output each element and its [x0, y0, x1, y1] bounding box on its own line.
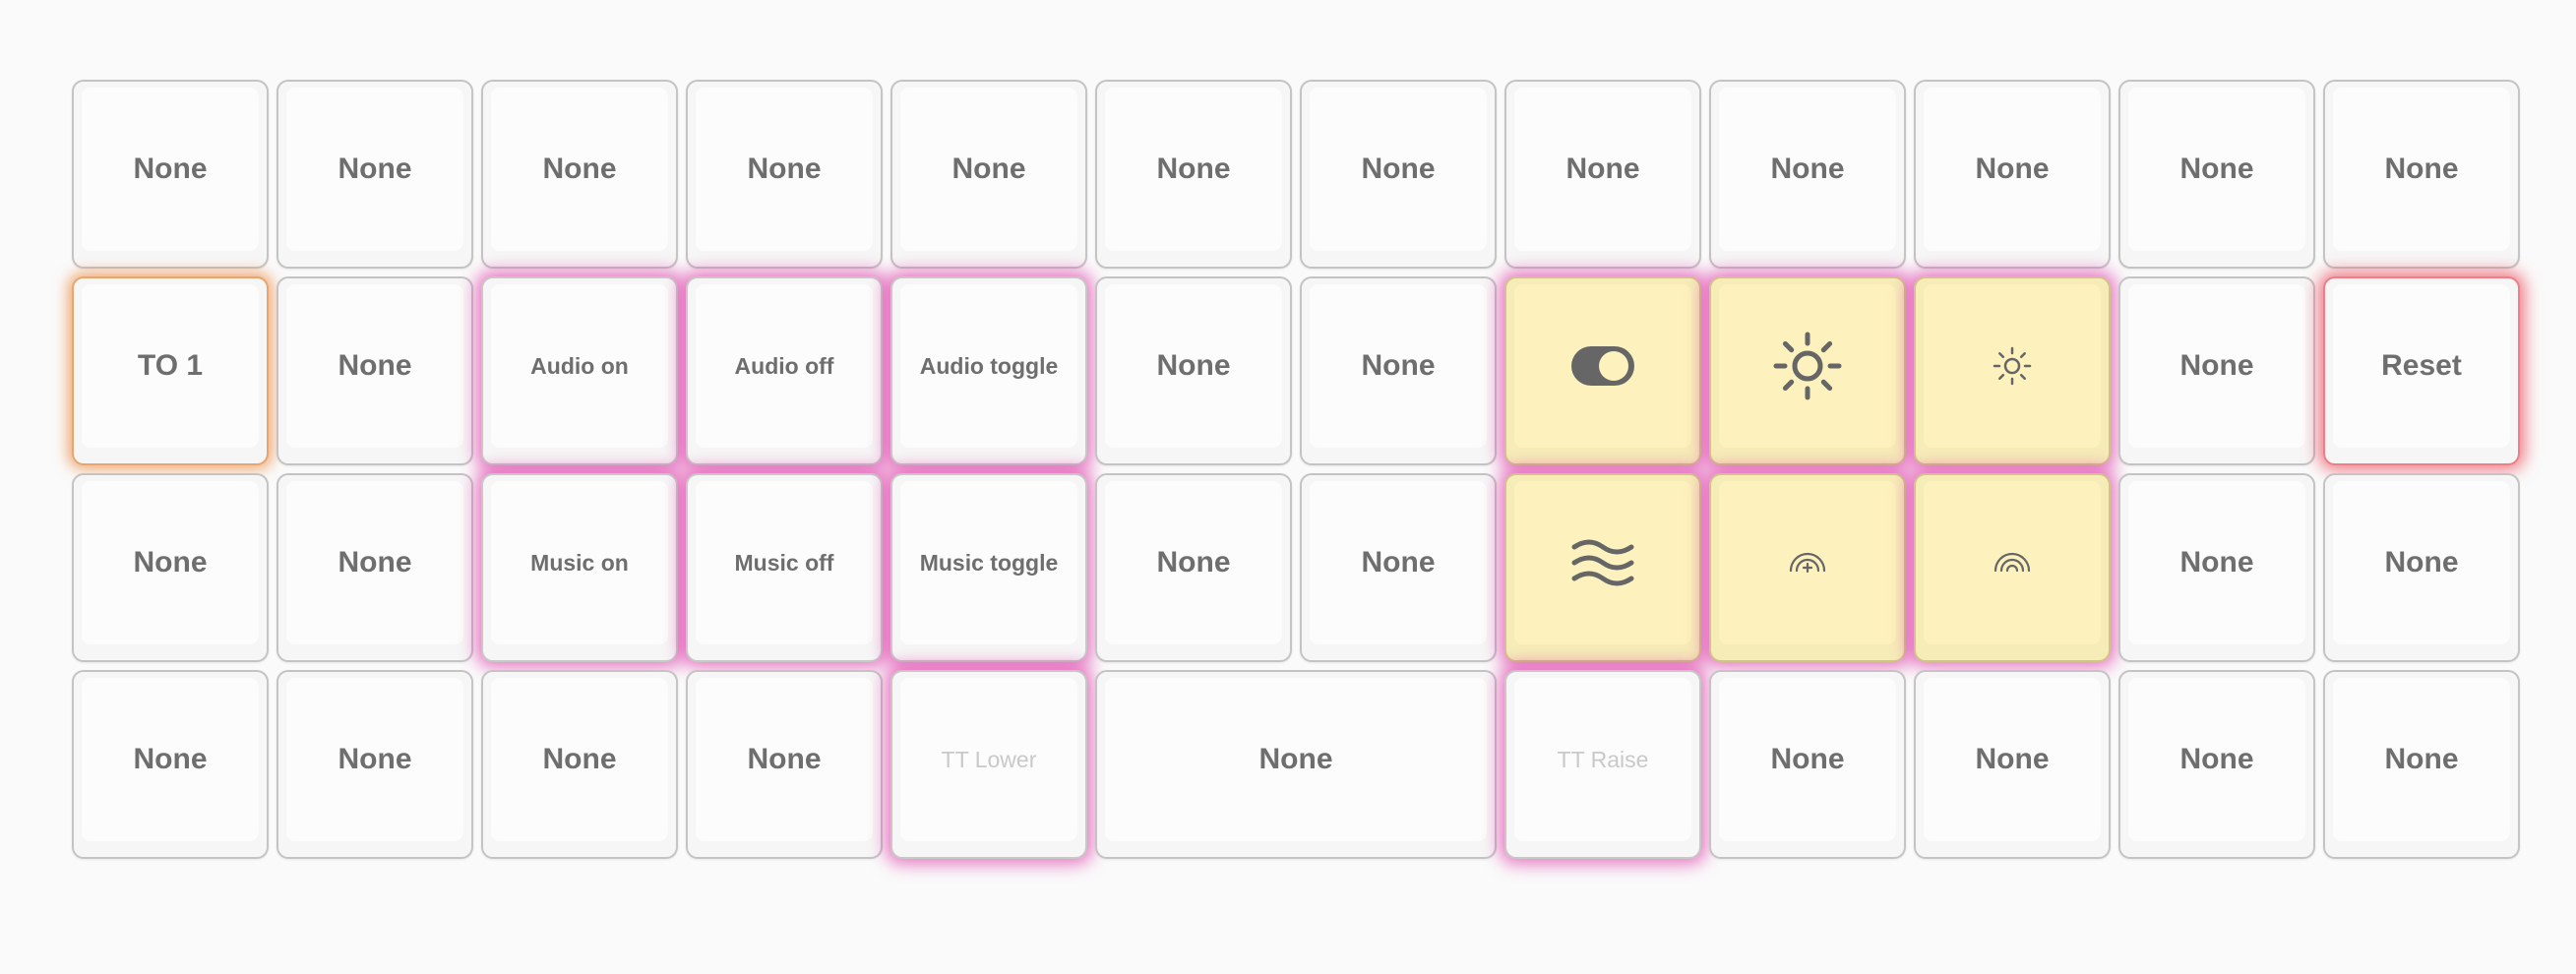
- key-r0-c8[interactable]: None: [1709, 80, 1906, 269]
- key-r1-c0-to1[interactable]: TO 1: [72, 276, 269, 465]
- key-label: None: [1975, 152, 2050, 185]
- key-label: None: [951, 152, 1026, 185]
- key-label: None: [1258, 743, 1333, 775]
- key-label: None: [2179, 152, 2254, 185]
- key-rgb-mode[interactable]: [1504, 473, 1701, 662]
- key-r0-c6[interactable]: None: [1300, 80, 1497, 269]
- key-label: None: [337, 152, 412, 185]
- key-label: None: [133, 152, 208, 185]
- key-r0-c9[interactable]: None: [1914, 80, 2111, 269]
- key-brightness-up[interactable]: [1709, 276, 1906, 465]
- key-label: TO 1: [137, 349, 204, 382]
- key-label: None: [1156, 546, 1231, 578]
- key-r2-c6[interactable]: None: [1300, 473, 1497, 662]
- key-space[interactable]: None: [1095, 670, 1497, 859]
- key-label: None: [2179, 349, 2254, 382]
- key-r0-c3[interactable]: None: [686, 80, 883, 269]
- key-label: None: [1361, 152, 1436, 185]
- key-tt-raise[interactable]: TT Raise: [1504, 670, 1701, 859]
- key-r3-c9[interactable]: None: [1914, 670, 2111, 859]
- key-r2-c10[interactable]: None: [2118, 473, 2315, 662]
- key-label: None: [1156, 349, 1231, 382]
- key-label: None: [1975, 743, 2050, 775]
- key-r0-c5[interactable]: None: [1095, 80, 1292, 269]
- key-r2-c11[interactable]: None: [2323, 473, 2520, 662]
- key-label: None: [2384, 743, 2459, 775]
- key-label: Music on: [530, 549, 629, 576]
- key-music-toggle[interactable]: Music toggle: [890, 473, 1087, 662]
- key-audio-toggle[interactable]: Audio toggle: [890, 276, 1087, 465]
- key-r0-c0[interactable]: None: [72, 80, 269, 269]
- rainbow-plus-icon: [1788, 551, 1827, 575]
- key-label: None: [1770, 743, 1845, 775]
- key-label: None: [2384, 546, 2459, 578]
- key-r2-c0[interactable]: None: [72, 473, 269, 662]
- key-label: None: [2179, 743, 2254, 775]
- key-label: TT Lower: [941, 746, 1037, 772]
- key-r0-c11[interactable]: None: [2323, 80, 2520, 269]
- key-rgb-toggle[interactable]: [1504, 276, 1701, 465]
- key-r3-c1[interactable]: None: [276, 670, 473, 859]
- key-r3-c2[interactable]: None: [481, 670, 678, 859]
- key-label: None: [1361, 546, 1436, 578]
- key-r3-c3[interactable]: None: [686, 670, 883, 859]
- key-label: None: [2179, 546, 2254, 578]
- key-brightness-down[interactable]: [1914, 276, 2111, 465]
- key-label: None: [747, 743, 822, 775]
- key-label: Reset: [2381, 349, 2462, 382]
- key-audio-on[interactable]: Audio on: [481, 276, 678, 465]
- key-r0-c1[interactable]: None: [276, 80, 473, 269]
- key-r1-c5[interactable]: None: [1095, 276, 1292, 465]
- toggle-icon: [1570, 345, 1635, 387]
- key-r1-c10[interactable]: None: [2118, 276, 2315, 465]
- key-r2-c1[interactable]: None: [276, 473, 473, 662]
- key-r1-c6[interactable]: None: [1300, 276, 1497, 465]
- key-label: None: [1770, 152, 1845, 185]
- key-label: Audio on: [530, 352, 629, 379]
- key-label: None: [133, 546, 208, 578]
- sun-small-icon: [1993, 346, 2032, 386]
- key-r2-c5[interactable]: None: [1095, 473, 1292, 662]
- keyboard-layout: None None None None None None None None …: [0, 0, 2576, 974]
- key-r3-c10[interactable]: None: [2118, 670, 2315, 859]
- key-music-on[interactable]: Music on: [481, 473, 678, 662]
- key-label: Music off: [734, 549, 834, 576]
- key-r0-c7[interactable]: None: [1504, 80, 1701, 269]
- key-label: None: [747, 152, 822, 185]
- key-label: None: [542, 743, 617, 775]
- key-hue-down[interactable]: [1914, 473, 2111, 662]
- key-label: None: [337, 743, 412, 775]
- key-label: None: [1156, 152, 1231, 185]
- key-music-off[interactable]: Music off: [686, 473, 883, 662]
- key-label: None: [1361, 349, 1436, 382]
- key-r0-c10[interactable]: None: [2118, 80, 2315, 269]
- key-r1-c1[interactable]: None: [276, 276, 473, 465]
- key-label: None: [337, 349, 412, 382]
- key-r3-c0[interactable]: None: [72, 670, 269, 859]
- sun-large-icon: [1773, 332, 1842, 400]
- key-reset[interactable]: Reset: [2323, 276, 2520, 465]
- key-label: None: [542, 152, 617, 185]
- key-r3-c11[interactable]: None: [2323, 670, 2520, 859]
- key-hue-up[interactable]: [1709, 473, 1906, 662]
- key-label: TT Raise: [1557, 746, 1649, 772]
- key-label: Music toggle: [919, 549, 1059, 576]
- key-r3-c8[interactable]: None: [1709, 670, 1906, 859]
- waves-icon: [1570, 535, 1635, 590]
- key-label: None: [133, 743, 208, 775]
- key-r0-c2[interactable]: None: [481, 80, 678, 269]
- key-label: Audio toggle: [919, 352, 1059, 379]
- rainbow-icon: [1993, 551, 2032, 575]
- key-audio-off[interactable]: Audio off: [686, 276, 883, 465]
- key-tt-lower[interactable]: TT Lower: [890, 670, 1087, 859]
- key-label: None: [337, 546, 412, 578]
- key-label: None: [2384, 152, 2459, 185]
- key-r0-c4[interactable]: None: [890, 80, 1087, 269]
- key-label: None: [1565, 152, 1640, 185]
- key-label: Audio off: [734, 352, 834, 379]
